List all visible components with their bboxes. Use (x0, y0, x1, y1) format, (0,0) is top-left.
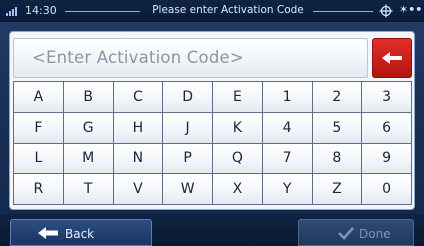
key[interactable]: 7 (262, 143, 313, 175)
key[interactable]: V (113, 174, 164, 205)
key[interactable]: P (163, 143, 213, 175)
back-button-label: Back (65, 227, 95, 241)
key[interactable]: 9 (362, 143, 412, 175)
backspace-button[interactable] (372, 38, 412, 78)
key-grid: A B C D E 1 2 3 F G H J K 4 5 6 L M N P … (13, 81, 412, 205)
signal-icon (6, 6, 20, 16)
key[interactable]: Q (213, 143, 263, 175)
page-title: Please enter Activation Code (152, 4, 304, 16)
key[interactable]: M (63, 143, 114, 175)
key[interactable]: 0 (362, 174, 412, 205)
key[interactable]: G (63, 112, 114, 144)
key[interactable]: A (14, 82, 64, 113)
key[interactable]: N (113, 143, 164, 175)
key[interactable]: T (63, 174, 114, 205)
key[interactable]: L (14, 143, 64, 175)
activation-code-input[interactable]: <Enter Activation Code> (13, 38, 368, 78)
key[interactable]: C (113, 82, 164, 113)
clock-time: 14:30 (25, 4, 57, 17)
key[interactable]: J (163, 112, 213, 144)
backspace-arrow-icon (382, 52, 402, 64)
key[interactable]: H (113, 112, 164, 144)
status-bar: 14:30 Please enter Activation Code ✶•• (0, 0, 424, 22)
key[interactable]: 3 (362, 82, 412, 113)
gps-icon (379, 4, 393, 18)
key[interactable]: K (213, 112, 263, 144)
title-divider-right (313, 11, 373, 12)
key[interactable]: Z (312, 174, 363, 205)
input-placeholder: <Enter Activation Code> (32, 48, 244, 67)
key[interactable]: X (213, 174, 263, 205)
key[interactable]: Y (262, 174, 313, 205)
key[interactable]: W (163, 174, 213, 205)
key[interactable]: 2 (312, 82, 363, 113)
key[interactable]: F (14, 112, 64, 144)
checkmark-icon (338, 227, 354, 240)
key[interactable]: D (163, 82, 213, 113)
done-button-label: Done (359, 227, 391, 241)
key[interactable]: 4 (262, 112, 313, 144)
done-button[interactable]: Done (298, 219, 414, 246)
activation-code-screen: 14:30 Please enter Activation Code ✶•• <… (0, 0, 424, 246)
key[interactable]: R (14, 174, 64, 205)
key[interactable]: 5 (312, 112, 363, 144)
key[interactable]: E (213, 82, 263, 113)
key[interactable]: 6 (362, 112, 412, 144)
title-divider-left (65, 11, 140, 12)
back-button[interactable]: Back (10, 219, 152, 246)
left-arrow-icon (38, 227, 58, 239)
key[interactable]: B (63, 82, 114, 113)
satellite-icon: ✶•• (399, 3, 423, 16)
key[interactable]: 8 (312, 143, 363, 175)
key[interactable]: 1 (262, 82, 313, 113)
